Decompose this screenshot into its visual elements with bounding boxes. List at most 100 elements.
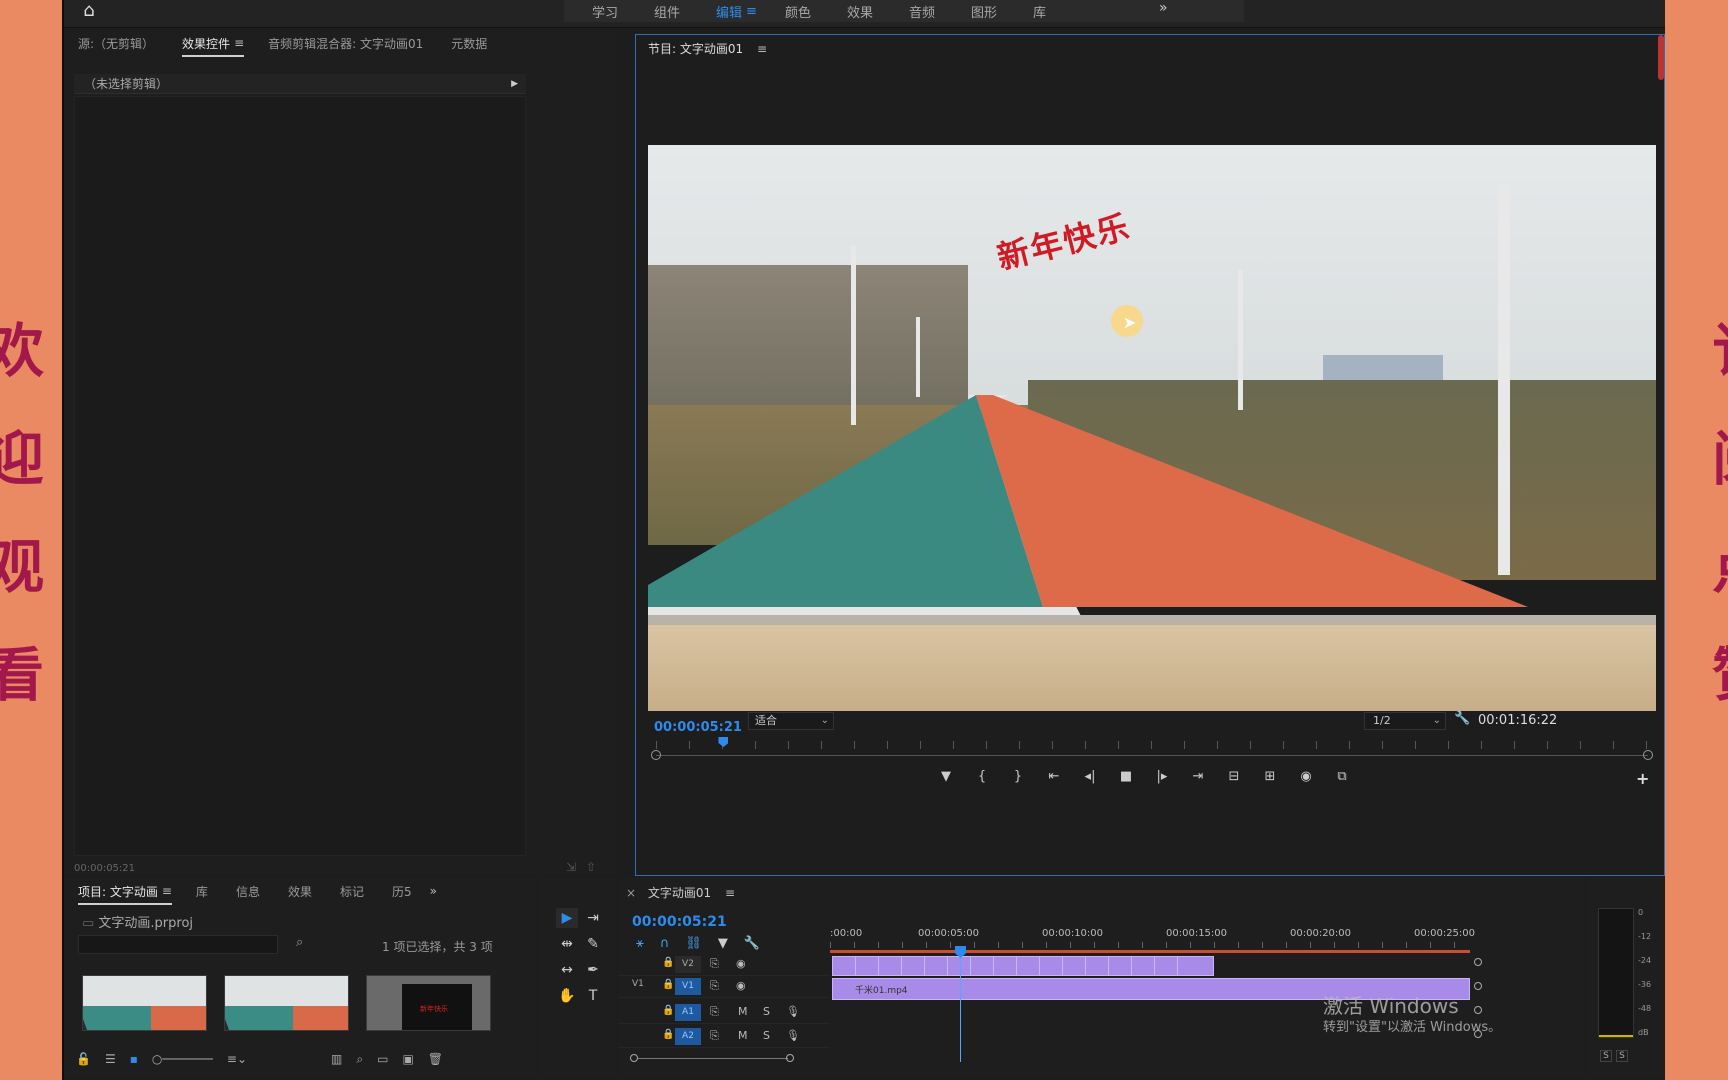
- settings-wrench-icon[interactable]: 🔧: [1454, 711, 1470, 726]
- list-view-icon[interactable]: ☰: [105, 1052, 116, 1066]
- trash-icon[interactable]: 🗑: [428, 1052, 443, 1066]
- track-lock-icon[interactable]: 🔒: [662, 979, 674, 990]
- slip-tool-icon[interactable]: ↔: [556, 960, 578, 980]
- track-target-a2[interactable]: A2: [675, 1028, 701, 1045]
- solo-left-button[interactable]: S: [1600, 1050, 1612, 1062]
- time-ruler[interactable]: :00:00 00:00:05:00 00:00:10:00 00:00:15:…: [830, 928, 1475, 948]
- track-height-handle[interactable]: [1474, 958, 1482, 966]
- scrub-start-handle[interactable]: [651, 750, 661, 760]
- solo-right-button[interactable]: S: [1616, 1050, 1628, 1062]
- sync-lock-icon[interactable]: ⎘: [710, 1029, 719, 1043]
- v2-text-clip[interactable]: [832, 956, 1214, 976]
- media-thumbnail-2[interactable]: [224, 975, 349, 1031]
- type-tool-icon[interactable]: T: [582, 986, 604, 1006]
- timeline-zoom-scrollbar[interactable]: [630, 1054, 794, 1064]
- tab-history[interactable]: 历5: [392, 883, 412, 900]
- track-lock-icon[interactable]: 🔒: [662, 957, 674, 968]
- monitor-scrollbar[interactable]: [1658, 35, 1664, 80]
- export-frame-icons[interactable]: ⇲⇧: [566, 860, 606, 874]
- eye-icon[interactable]: ◉: [736, 957, 746, 970]
- scroll-end-handle[interactable]: [786, 1054, 794, 1062]
- ws-tab-audio[interactable]: 音频: [909, 2, 935, 21]
- track-target-v2[interactable]: V2: [675, 956, 701, 973]
- track-lock-icon[interactable]: 🔒: [662, 1029, 674, 1040]
- timeline-menu-icon[interactable]: ≡: [725, 886, 735, 900]
- source-patch-v1[interactable]: V1: [632, 979, 644, 989]
- ws-more-icon[interactable]: »: [1159, 0, 1168, 16]
- track-height-handle[interactable]: [1474, 982, 1482, 990]
- sync-lock-icon[interactable]: ⎘: [710, 1005, 719, 1019]
- pen-tool-icon[interactable]: ✒: [582, 960, 604, 980]
- sync-lock-icon[interactable]: ⎘: [710, 957, 719, 971]
- ws-tab-color[interactable]: 颜色: [785, 2, 811, 21]
- extract-icon[interactable]: ⊞: [1255, 765, 1285, 789]
- ws-tab-editing[interactable]: 编辑: [716, 2, 742, 21]
- program-menu-icon[interactable]: ≡: [757, 42, 767, 56]
- scroll-start-handle[interactable]: [630, 1054, 638, 1062]
- program-tab[interactable]: 节目: 文字动画01 ≡: [648, 40, 767, 57]
- ws-tab-graphics[interactable]: 图形: [971, 2, 997, 21]
- track-target-a1[interactable]: A1: [675, 1004, 701, 1021]
- go-to-out-icon[interactable]: ⇥: [1183, 765, 1213, 789]
- snap-magnet-icon[interactable]: ∩: [660, 936, 670, 951]
- razor-tool-icon[interactable]: ✎: [582, 934, 604, 954]
- tab-effects[interactable]: 效果: [288, 883, 312, 900]
- add-marker-icon[interactable]: ▼: [718, 936, 728, 951]
- nest-icon[interactable]: ⚹: [636, 936, 644, 951]
- more-tabs-icon[interactable]: »: [430, 884, 437, 898]
- new-bin-icon[interactable]: ▭: [377, 1052, 388, 1066]
- eye-icon[interactable]: ◉: [736, 979, 746, 992]
- playback-resolution-select[interactable]: 1/2 ⌄: [1364, 712, 1446, 730]
- ripple-edit-tool-icon[interactable]: ⇹: [556, 934, 578, 954]
- new-item-icon[interactable]: ▣: [402, 1052, 413, 1066]
- export-frame-icon[interactable]: ◉: [1291, 765, 1321, 789]
- lock-icon[interactable]: 🔓: [76, 1052, 91, 1066]
- media-thumbnail-3[interactable]: 新年快乐: [366, 975, 491, 1031]
- panel-menu-icon[interactable]: ≡: [234, 36, 244, 50]
- tab-markers[interactable]: 标记: [340, 883, 364, 900]
- comparison-view-icon[interactable]: ⧉: [1327, 765, 1357, 789]
- tab-libraries[interactable]: 库: [196, 883, 208, 900]
- mark-in-icon[interactable]: {: [967, 765, 997, 789]
- timeline-tab[interactable]: × 文字动画01 ≡: [626, 884, 735, 901]
- find-icon[interactable]: ⌕: [296, 935, 303, 950]
- tab-audio-clip-mixer[interactable]: 音频剪辑混合器: 文字动画01: [268, 35, 423, 52]
- ws-menu-icon[interactable]: ≡: [746, 4, 757, 19]
- project-search-input[interactable]: [78, 935, 278, 954]
- ws-tab-effects[interactable]: 效果: [847, 2, 873, 21]
- program-scrubber[interactable]: [648, 733, 1656, 760]
- ws-tab-libraries[interactable]: 库: [1033, 2, 1046, 21]
- zoom-fit-select[interactable]: 适合 ⌄: [748, 712, 834, 730]
- add-marker-icon[interactable]: ▼: [931, 765, 961, 789]
- go-to-in-icon[interactable]: ⇤: [1039, 765, 1069, 789]
- mute-button[interactable]: M: [738, 1029, 748, 1042]
- zoom-slider[interactable]: ○───────: [152, 1052, 213, 1066]
- solo-button[interactable]: S: [763, 1029, 770, 1042]
- automate-icon[interactable]: ▥: [331, 1052, 342, 1066]
- home-icon[interactable]: ⌂: [74, 0, 104, 21]
- microphone-icon[interactable]: 🎙: [786, 1005, 800, 1018]
- tab-effect-controls[interactable]: 效果控件: [182, 35, 245, 57]
- tab-info[interactable]: 信息: [236, 883, 260, 900]
- scrub-end-handle[interactable]: [1643, 750, 1653, 760]
- mark-out-icon[interactable]: }: [1003, 765, 1033, 789]
- media-thumbnail-1[interactable]: [82, 975, 207, 1031]
- close-icon[interactable]: ×: [626, 886, 636, 900]
- tab-project[interactable]: 项目: 文字动画: [78, 883, 172, 905]
- hand-tool-icon[interactable]: ✋: [556, 986, 578, 1006]
- ws-tab-assembly[interactable]: 组件: [654, 2, 680, 21]
- video-frame[interactable]: 新年快乐 ➤: [648, 145, 1656, 711]
- icon-view-icon[interactable]: ▪: [130, 1052, 138, 1066]
- timeline-timecode[interactable]: 00:00:05:21: [632, 914, 727, 930]
- lift-icon[interactable]: ⊟: [1219, 765, 1249, 789]
- selection-tool-icon[interactable]: ▶: [556, 908, 578, 928]
- track-select-tool-icon[interactable]: ⇥: [582, 908, 604, 928]
- mute-button[interactable]: M: [738, 1005, 748, 1018]
- expand-triangle-icon[interactable]: ▶: [511, 74, 518, 94]
- tab-source[interactable]: 源:（无剪辑）: [78, 35, 154, 52]
- tab-metadata[interactable]: 元数据: [451, 35, 487, 52]
- timeline-settings-wrench-icon[interactable]: 🔧: [744, 936, 760, 951]
- button-editor-plus-icon[interactable]: +: [1636, 769, 1649, 788]
- stop-icon[interactable]: ■: [1111, 765, 1141, 789]
- linked-selection-icon[interactable]: ⛓: [685, 936, 702, 951]
